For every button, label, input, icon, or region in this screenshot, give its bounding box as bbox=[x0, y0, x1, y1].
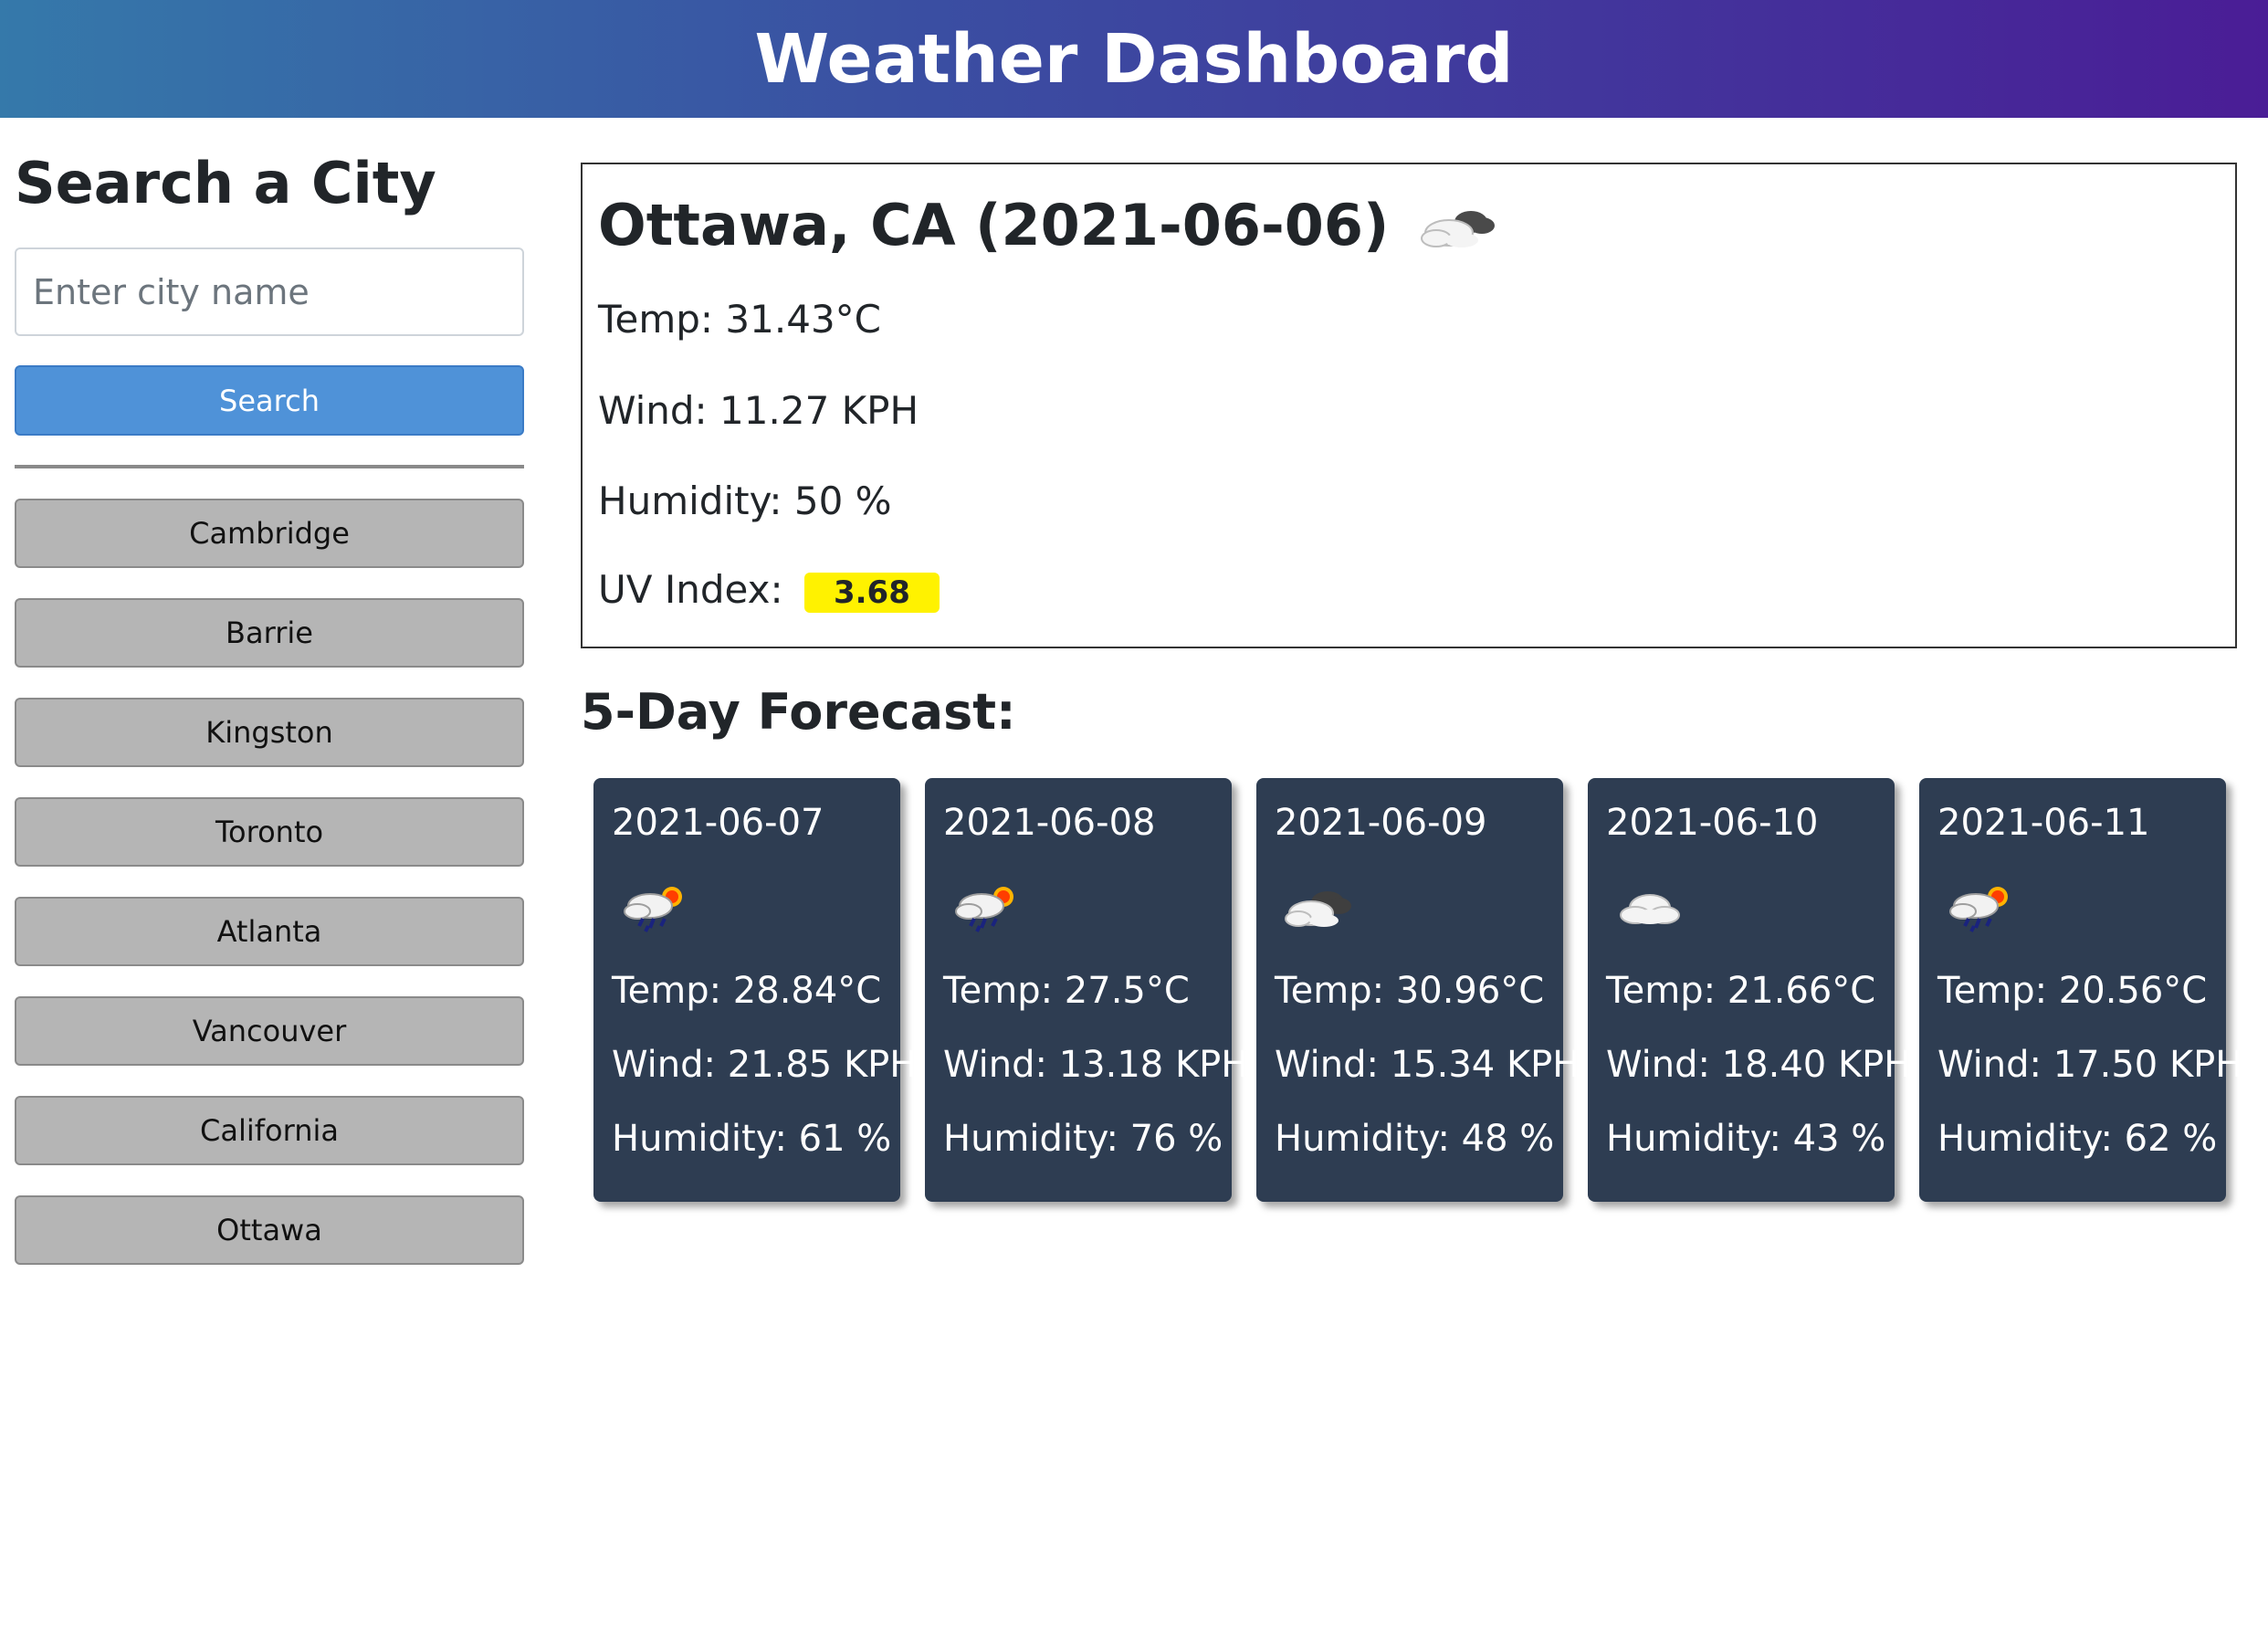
forecast-card: 2021-06-11 Temp: 20.56°C Wind: 17.50 KPH… bbox=[1919, 778, 2242, 1202]
current-weather-panel: Ottawa, CA (2021-06-06) Temp: 31.43°C Wi… bbox=[581, 163, 2237, 648]
forecast-temp: Temp: 20.56°C bbox=[1937, 970, 2208, 1012]
forecast-temp: Temp: 30.96°C bbox=[1275, 970, 1545, 1012]
search-sidebar: Search a City Search Cambridge Barrie Ki… bbox=[15, 146, 524, 1265]
app-header: Weather Dashboard bbox=[0, 0, 2268, 118]
current-city-date: Ottawa, CA (2021-06-06) bbox=[598, 192, 1390, 258]
broken-clouds-icon bbox=[1282, 879, 1355, 935]
sidebar-divider bbox=[15, 465, 524, 468]
history-button-barrie[interactable]: Barrie bbox=[15, 598, 524, 668]
forecast-humidity: Humidity: 48 % bbox=[1275, 1118, 1555, 1160]
forecast-temp: Temp: 21.66°C bbox=[1606, 970, 1876, 1012]
forecast-card: 2021-06-10 Temp: 21.66°C Wind: 18.40 KPH… bbox=[1588, 778, 1911, 1202]
uv-index-badge: 3.68 bbox=[803, 572, 940, 613]
history-button-ottawa[interactable]: Ottawa bbox=[15, 1195, 524, 1265]
current-uv: UV Index: 3.68 bbox=[598, 567, 940, 613]
rain-sun-icon bbox=[950, 879, 1024, 935]
cloudy-icon bbox=[1416, 198, 1498, 253]
forecast-humidity: Humidity: 43 % bbox=[1606, 1118, 1886, 1160]
uv-label: UV Index: bbox=[598, 567, 783, 612]
app-title: Weather Dashboard bbox=[754, 19, 1514, 99]
forecast-card: 2021-06-09 Temp: 30.96°C Wind: 15.34 KPH… bbox=[1256, 778, 1580, 1202]
current-wind: Wind: 11.27 KPH bbox=[598, 388, 919, 433]
search-heading: Search a City bbox=[15, 150, 436, 216]
forecast-heading: 5-Day Forecast: bbox=[581, 683, 1016, 741]
forecast-humidity: Humidity: 61 % bbox=[612, 1118, 892, 1160]
forecast-card: 2021-06-08 Temp: 27.5°C Wind: 13.18 KPH … bbox=[925, 778, 1248, 1202]
forecast-date: 2021-06-07 bbox=[612, 802, 824, 844]
search-button[interactable]: Search bbox=[15, 365, 524, 436]
current-weather-title: Ottawa, CA (2021-06-06) bbox=[598, 192, 1498, 258]
history-button-cambridge[interactable]: Cambridge bbox=[15, 499, 524, 568]
history-button-kingston[interactable]: Kingston bbox=[15, 698, 524, 767]
current-humidity: Humidity: 50 % bbox=[598, 479, 892, 523]
forecast-date: 2021-06-11 bbox=[1937, 802, 2150, 844]
history-button-atlanta[interactable]: Atlanta bbox=[15, 897, 524, 966]
forecast-wind: Wind: 21.85 KPH bbox=[612, 1044, 918, 1086]
forecast-temp: Temp: 28.84°C bbox=[612, 970, 882, 1012]
city-search-input[interactable] bbox=[15, 247, 524, 336]
forecast-temp: Temp: 27.5°C bbox=[943, 970, 1190, 1012]
forecast-date: 2021-06-08 bbox=[943, 802, 1156, 844]
history-button-toronto[interactable]: Toronto bbox=[15, 797, 524, 867]
history-button-vancouver[interactable]: Vancouver bbox=[15, 996, 524, 1066]
forecast-wind: Wind: 13.18 KPH bbox=[943, 1044, 1249, 1086]
forecast-wind: Wind: 18.40 KPH bbox=[1606, 1044, 1912, 1086]
rain-sun-icon bbox=[1945, 879, 2018, 935]
forecast-date: 2021-06-10 bbox=[1606, 802, 1819, 844]
forecast-wind: Wind: 17.50 KPH bbox=[1937, 1044, 2243, 1086]
forecast-card: 2021-06-07 Temp: 28.84°C Wind: 21.85 KPH… bbox=[593, 778, 917, 1202]
forecast-humidity: Humidity: 62 % bbox=[1937, 1118, 2218, 1160]
forecast-wind: Wind: 15.34 KPH bbox=[1275, 1044, 1580, 1086]
current-temp: Temp: 31.43°C bbox=[598, 297, 881, 342]
cloud-icon bbox=[1613, 879, 1686, 935]
rain-sun-icon bbox=[619, 879, 692, 935]
forecast-humidity: Humidity: 76 % bbox=[943, 1118, 1223, 1160]
forecast-date: 2021-06-09 bbox=[1275, 802, 1487, 844]
history-button-california[interactable]: California bbox=[15, 1096, 524, 1165]
